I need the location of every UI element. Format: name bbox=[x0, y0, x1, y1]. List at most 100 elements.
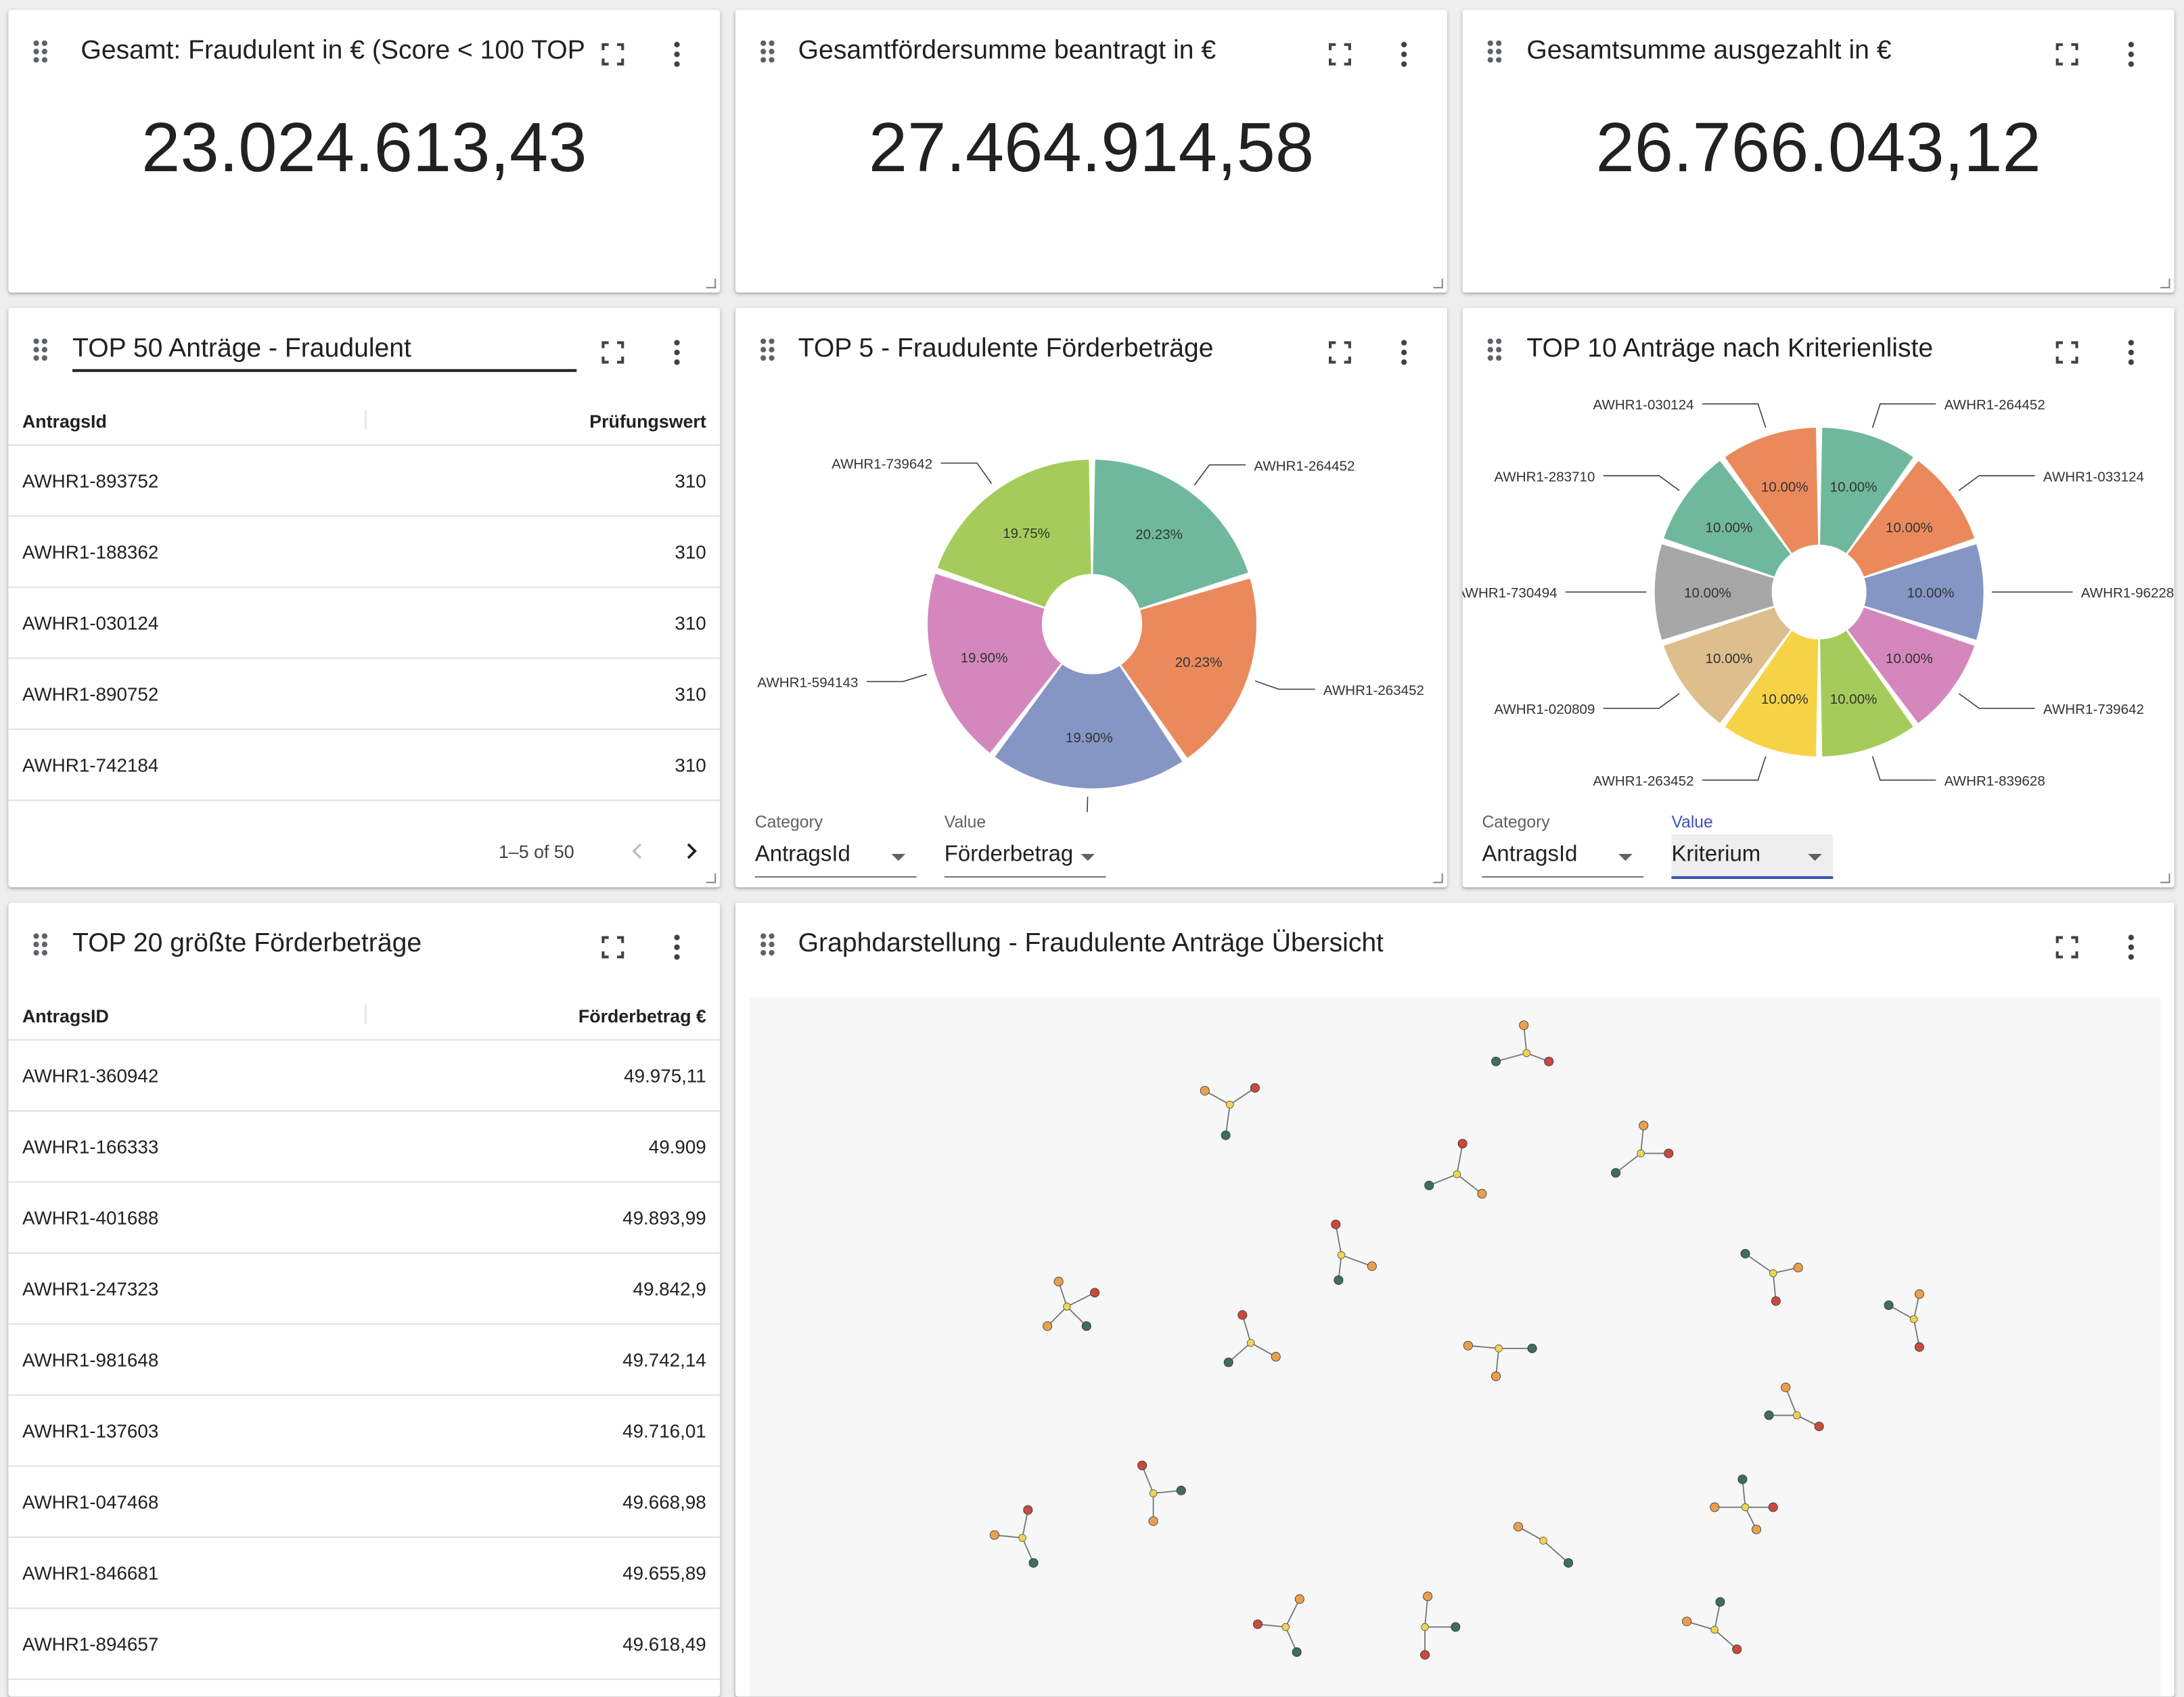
graph-node-center[interactable] bbox=[1539, 1537, 1547, 1545]
graph-node[interactable] bbox=[1081, 1321, 1091, 1331]
graph-node[interactable] bbox=[1424, 1180, 1434, 1190]
graph-node-center[interactable] bbox=[1063, 1303, 1071, 1311]
column-header-foerderbetrag[interactable]: Förderbetrag € bbox=[578, 1005, 706, 1026]
graph-node[interactable] bbox=[1367, 1261, 1377, 1271]
graph-node-center[interactable] bbox=[1246, 1338, 1255, 1347]
category-select[interactable]: Category AntragsId bbox=[754, 812, 917, 878]
graph-node[interactable] bbox=[1331, 1219, 1341, 1229]
graph-node-center[interactable] bbox=[1522, 1049, 1531, 1058]
graph-node-center[interactable] bbox=[1741, 1503, 1750, 1512]
network-graph[interactable] bbox=[750, 997, 2160, 1694]
resize-handle[interactable] bbox=[706, 873, 716, 884]
graph-node[interactable] bbox=[1463, 1340, 1473, 1351]
graph-node[interactable] bbox=[1914, 1342, 1924, 1352]
category-field[interactable]: AntragsId bbox=[754, 834, 917, 878]
table-row[interactable]: AWHR1-890752 310 bbox=[8, 659, 721, 730]
resize-handle[interactable] bbox=[1433, 278, 1443, 289]
graph-node-center[interactable] bbox=[1149, 1489, 1158, 1497]
more-menu-icon[interactable] bbox=[2117, 338, 2145, 366]
graph-node[interactable] bbox=[1294, 1594, 1304, 1604]
graph-node-center[interactable] bbox=[1909, 1315, 1918, 1323]
more-menu-icon[interactable] bbox=[663, 338, 691, 366]
graph-node[interactable] bbox=[1764, 1410, 1774, 1420]
graph-node[interactable] bbox=[1148, 1516, 1158, 1526]
more-menu-icon[interactable] bbox=[1390, 41, 1418, 68]
graph-node-center[interactable] bbox=[1226, 1100, 1234, 1109]
graph-node[interactable] bbox=[1664, 1148, 1674, 1158]
fullscreen-icon[interactable] bbox=[2053, 933, 2081, 961]
fullscreen-icon[interactable] bbox=[599, 338, 627, 366]
graph-node-center[interactable] bbox=[1281, 1623, 1290, 1631]
table-row[interactable]: AWHR1-166333 49.909 bbox=[8, 1112, 721, 1183]
fullscreen-icon[interactable] bbox=[2053, 41, 2081, 68]
graph-node[interactable] bbox=[989, 1530, 999, 1540]
graph-node[interactable] bbox=[1710, 1502, 1720, 1512]
chevron-right-icon[interactable] bbox=[680, 840, 702, 862]
graph-node[interactable] bbox=[1740, 1248, 1750, 1259]
more-menu-icon[interactable] bbox=[663, 933, 691, 961]
graph-node[interactable] bbox=[1271, 1352, 1281, 1362]
graph-node[interactable] bbox=[1814, 1422, 1824, 1432]
category-field[interactable]: AntragsId bbox=[1482, 834, 1644, 878]
graph-node-center[interactable] bbox=[1710, 1625, 1719, 1634]
graph-node-center[interactable] bbox=[1495, 1344, 1503, 1353]
chevron-left-icon[interactable] bbox=[627, 840, 649, 862]
graph-node[interactable] bbox=[1564, 1558, 1574, 1568]
column-separator[interactable] bbox=[365, 409, 367, 430]
graph-node[interactable] bbox=[1527, 1343, 1537, 1353]
graph-node-center[interactable] bbox=[1792, 1411, 1801, 1420]
graph-node[interactable] bbox=[1253, 1619, 1263, 1629]
drag-handle-icon[interactable] bbox=[33, 338, 50, 363]
graph-node[interactable] bbox=[1639, 1121, 1649, 1131]
graph-node[interactable] bbox=[1771, 1296, 1781, 1306]
category-select[interactable]: Category AntragsId bbox=[1482, 812, 1644, 878]
graph-node[interactable] bbox=[1477, 1189, 1487, 1199]
table-row[interactable]: AWHR1-981648 49.742,14 bbox=[8, 1325, 721, 1396]
graph-node[interactable] bbox=[1053, 1277, 1064, 1287]
drag-handle-icon[interactable] bbox=[33, 40, 50, 66]
graph-node[interactable] bbox=[1781, 1382, 1791, 1393]
table-row[interactable]: AWHR1-894657 49.618,49 bbox=[8, 1609, 721, 1680]
graph-node[interactable] bbox=[1793, 1263, 1803, 1273]
graph-node[interactable] bbox=[1176, 1485, 1186, 1495]
table-row[interactable]: AWHR1-137603 49.716,01 bbox=[8, 1396, 721, 1467]
value-select[interactable]: Value Förderbetrag bbox=[944, 812, 1106, 878]
resize-handle[interactable] bbox=[2160, 278, 2170, 289]
table-row[interactable]: AWHR1-360942 49.975,11 bbox=[8, 1041, 721, 1112]
graph-node[interactable] bbox=[1768, 1502, 1778, 1512]
graph-node-center[interactable] bbox=[1637, 1149, 1645, 1158]
table-row[interactable]: AWHR1-401688 49.893,99 bbox=[8, 1183, 721, 1254]
graph-node[interactable] bbox=[1519, 1020, 1529, 1031]
graph-node[interactable] bbox=[1491, 1056, 1501, 1066]
graph-node-center[interactable] bbox=[1453, 1170, 1461, 1179]
more-menu-icon[interactable] bbox=[2117, 933, 2145, 961]
resize-handle[interactable] bbox=[706, 278, 716, 289]
graph-node[interactable] bbox=[1682, 1616, 1692, 1627]
table-row[interactable]: AWHR1-030124 310 bbox=[8, 588, 721, 659]
graph-node-center[interactable] bbox=[1018, 1534, 1026, 1542]
graph-node[interactable] bbox=[1223, 1357, 1233, 1367]
graph-node[interactable] bbox=[1237, 1310, 1248, 1320]
table-row[interactable]: AWHR1-188362 310 bbox=[8, 517, 721, 588]
table-row[interactable]: AWHR1-846681 49.655,89 bbox=[8, 1538, 721, 1609]
resize-handle[interactable] bbox=[2160, 873, 2170, 884]
table-row[interactable]: AWHR1-893752 310 bbox=[8, 446, 721, 517]
graph-node[interactable] bbox=[1732, 1644, 1742, 1654]
column-separator[interactable] bbox=[365, 1004, 367, 1024]
graph-node[interactable] bbox=[1737, 1474, 1748, 1485]
table-row[interactable]: AWHR1-247323 49.842,9 bbox=[8, 1254, 721, 1325]
fullscreen-icon[interactable] bbox=[599, 41, 627, 68]
graph-node[interactable] bbox=[1451, 1622, 1461, 1632]
graph-node[interactable] bbox=[1043, 1321, 1053, 1331]
graph-node[interactable] bbox=[1914, 1289, 1924, 1299]
graph-node-center[interactable] bbox=[1337, 1251, 1346, 1259]
graph-node[interactable] bbox=[1250, 1083, 1260, 1093]
graph-node[interactable] bbox=[1292, 1647, 1302, 1657]
graph-node[interactable] bbox=[1884, 1300, 1894, 1311]
drag-handle-icon[interactable] bbox=[1487, 338, 1505, 363]
fullscreen-icon[interactable] bbox=[1326, 338, 1354, 366]
table-row[interactable]: AWHR1-047468 49.668,98 bbox=[8, 1467, 721, 1538]
graph-node[interactable] bbox=[1423, 1591, 1433, 1602]
drag-handle-icon[interactable] bbox=[760, 40, 777, 66]
graph-node[interactable] bbox=[1023, 1505, 1033, 1515]
